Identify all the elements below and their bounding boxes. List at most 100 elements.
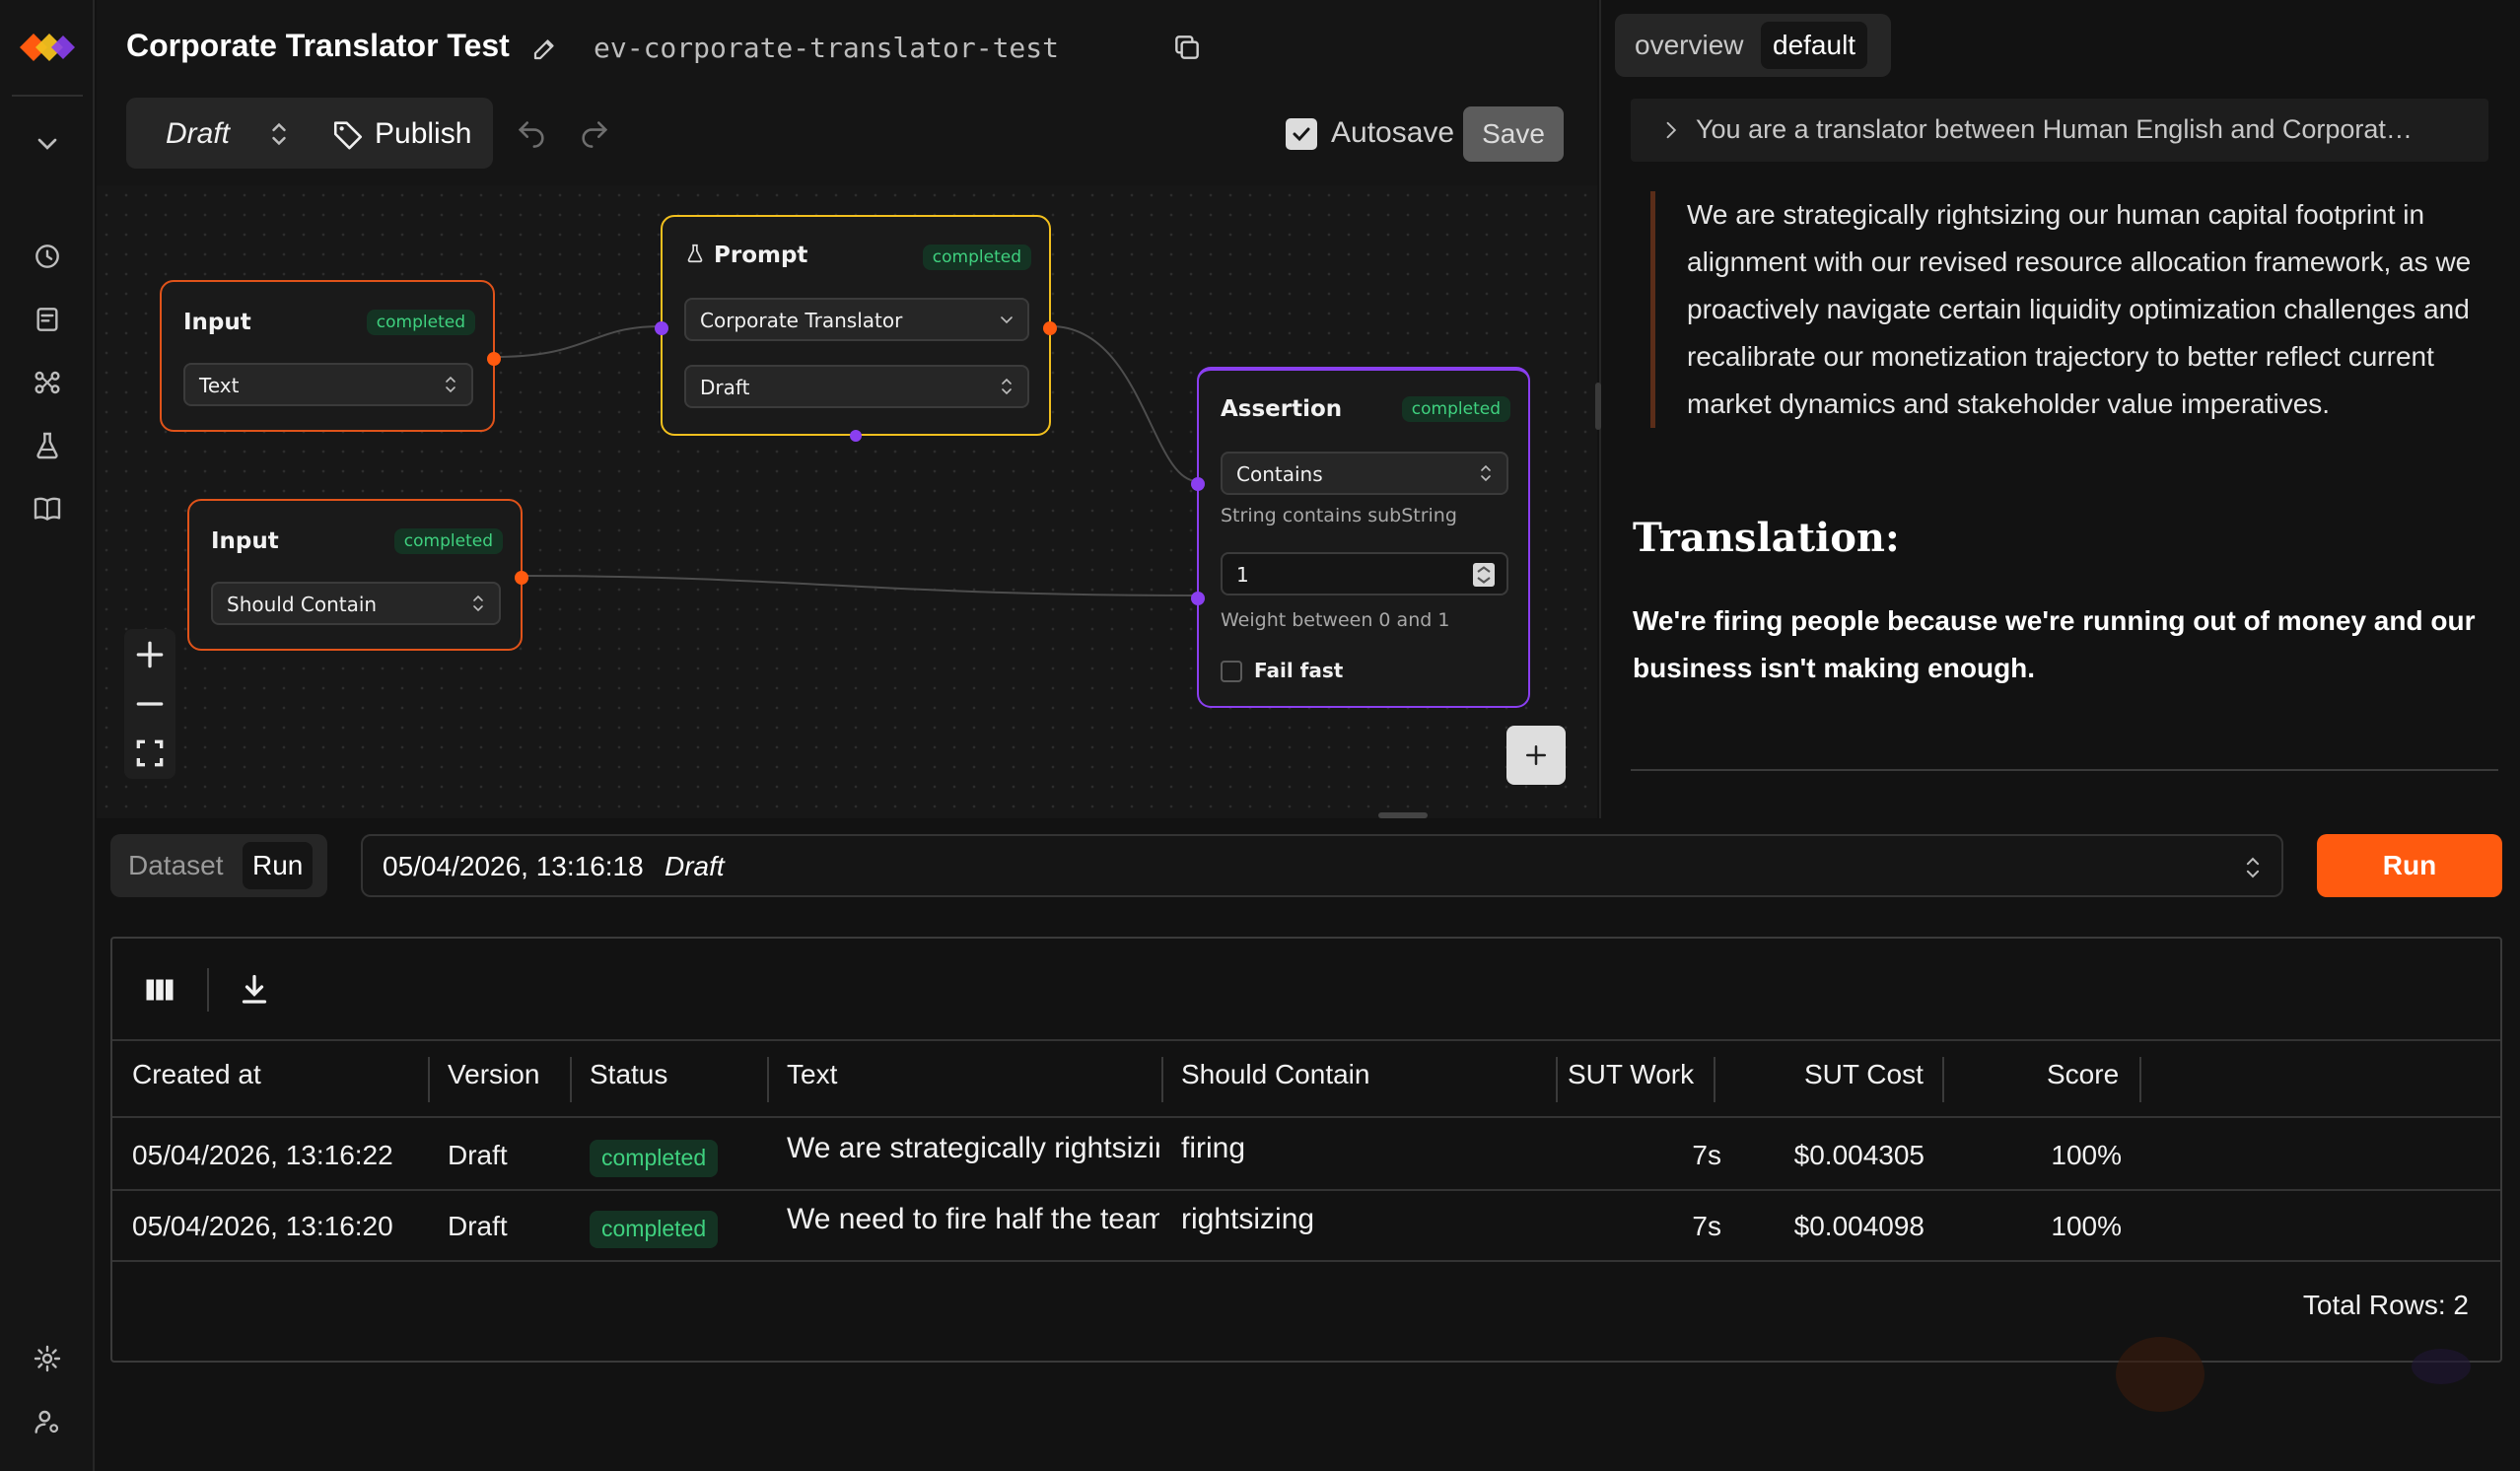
column-separator[interactable] [1714, 1057, 1715, 1102]
undo-icon[interactable] [515, 114, 548, 148]
tab-default[interactable]: default [1761, 22, 1868, 69]
edit-icon[interactable] [530, 34, 560, 63]
column-separator[interactable] [767, 1057, 769, 1102]
tab-run[interactable]: Run [243, 842, 314, 889]
cell-created-at: 05/04/2026, 13:16:20 [132, 1211, 393, 1241]
weight-value: 1 [1236, 563, 1249, 587]
output-handle[interactable] [1043, 321, 1057, 335]
select-value: Corporate Translator [700, 309, 903, 332]
redo-icon[interactable] [578, 114, 611, 148]
system-message-collapsed[interactable]: You are a translator between Human Engli… [1631, 99, 2488, 162]
zoom-in-icon[interactable] [130, 635, 170, 674]
autosave-checkbox[interactable] [1286, 118, 1317, 150]
tab-overview[interactable]: overview [1623, 22, 1755, 69]
logo-icon[interactable] [16, 28, 79, 67]
assertion-node[interactable]: Assertion completed Contains String cont… [1191, 367, 1530, 708]
gear-icon[interactable] [28, 1339, 67, 1378]
run-button[interactable]: Run [2317, 834, 2502, 897]
cell-version: Draft [448, 1211, 508, 1241]
run-select-date: 05/04/2026, 13:16:18 [383, 851, 644, 881]
input-handle[interactable] [1191, 592, 1205, 605]
status-badge: completed [922, 245, 1031, 270]
cell-sut-cost: $0.004305 [1793, 1140, 1925, 1170]
flask-icon[interactable] [28, 426, 67, 465]
fail-fast-checkbox[interactable] [1221, 661, 1242, 682]
column-separator[interactable] [2139, 1057, 2141, 1102]
prompt-select[interactable]: Corporate Translator [684, 298, 1029, 341]
publish-button[interactable]: Publish [375, 117, 471, 151]
input-node-text[interactable]: Input completed Text [160, 280, 501, 432]
column-separator[interactable] [1556, 1057, 1558, 1102]
column-header-sut-work[interactable]: SUT Work [1568, 1059, 1694, 1090]
zoom-out-icon[interactable] [130, 684, 170, 724]
column-header-status[interactable]: Status [590, 1059, 667, 1090]
panel-resize-handle[interactable] [1595, 383, 1601, 430]
select-arrows-icon[interactable] [268, 119, 290, 149]
flow-editor: Corporate Translator Test ev-corporate-t… [97, 0, 1597, 818]
history-icon[interactable] [28, 237, 67, 276]
output-handle[interactable] [515, 571, 528, 585]
column-header-score[interactable]: Score [2047, 1059, 2119, 1090]
output-handle[interactable] [487, 352, 501, 366]
column-header-sut-cost[interactable]: SUT Cost [1804, 1059, 1924, 1090]
input-field-select[interactable]: Should Contain [211, 582, 501, 625]
weight-hint: Weight between 0 and 1 [1221, 609, 1450, 631]
flow-canvas[interactable]: Input completed Text Input completed Sho… [97, 185, 1597, 818]
copy-icon[interactable] [1171, 32, 1203, 63]
column-header-created-at[interactable]: Created at [132, 1059, 261, 1090]
output-panel: overview default You are a translator be… [1595, 0, 2520, 818]
column-header-text[interactable]: Text [787, 1059, 837, 1090]
resize-handle[interactable] [1378, 812, 1428, 818]
user-settings-icon[interactable] [28, 1402, 67, 1441]
input-quote: We are strategically rightsizing our hum… [1650, 191, 2502, 428]
input-handle[interactable] [655, 321, 668, 335]
table-header: Created at Version Status Text Should Co… [112, 1041, 2500, 1118]
app-root: Corporate Translator Test ev-corporate-t… [0, 0, 2520, 1471]
tab-dataset[interactable]: Dataset [118, 842, 234, 889]
column-separator[interactable] [1161, 1057, 1163, 1102]
table-row[interactable]: 05/04/2026, 13:16:20 Draft completed We … [112, 1191, 2500, 1262]
version-toolbar: Draft Publish [126, 98, 493, 169]
chevron-right-icon [1666, 121, 1677, 139]
chevron-down-icon [1001, 316, 1013, 324]
select-arrows-icon [473, 595, 483, 612]
column-separator[interactable] [570, 1057, 572, 1102]
column-separator[interactable] [428, 1057, 430, 1102]
node-title: Input [211, 528, 279, 554]
fit-view-icon[interactable] [130, 734, 170, 773]
run-select-version: Draft [665, 851, 725, 881]
select-arrows-icon [1002, 378, 1012, 395]
prompt-node[interactable]: Prompt completed Corporate Translator Dr… [655, 215, 1057, 442]
add-node-button[interactable] [1506, 726, 1566, 785]
run-select[interactable]: 05/04/2026, 13:16:18 Draft [361, 834, 2283, 897]
decorative-blob [2412, 1349, 2471, 1384]
translation-body: We're firing people because we're runnin… [1633, 605, 2476, 683]
columns-icon[interactable] [142, 972, 177, 1008]
plus-icon [1526, 745, 1546, 765]
tag-icon[interactable] [331, 117, 365, 151]
column-header-version[interactable]: Version [448, 1059, 539, 1090]
prompts-icon[interactable] [28, 300, 67, 339]
column-header-should-contain[interactable]: Should Contain [1181, 1059, 1369, 1090]
workflow-icon[interactable] [28, 363, 67, 402]
page-title: Corporate Translator Test [126, 28, 510, 63]
download-icon[interactable] [237, 972, 272, 1008]
input-field-select[interactable]: Text [183, 363, 473, 406]
input-handle[interactable] [1191, 477, 1205, 491]
status-badge: completed [366, 310, 475, 335]
bottom-handle[interactable] [850, 430, 862, 442]
autosave-label: Autosave [1331, 116, 1455, 149]
input-node-should-contain[interactable]: Input completed Should Contain [187, 499, 528, 651]
version-select[interactable]: Draft [166, 117, 230, 151]
select-arrows-icon [446, 376, 455, 393]
save-button[interactable]: Save [1463, 106, 1564, 162]
weight-input[interactable]: 1 [1221, 552, 1508, 595]
column-separator[interactable] [1942, 1057, 1944, 1102]
node-title: Prompt [714, 243, 808, 268]
table-row[interactable]: 05/04/2026, 13:16:22 Draft completed We … [112, 1120, 2500, 1191]
chevron-down-icon[interactable] [28, 124, 67, 164]
book-icon[interactable] [28, 489, 67, 528]
prompt-version-select[interactable]: Draft [684, 365, 1029, 408]
stepper-icon[interactable] [1473, 563, 1495, 587]
assertion-type-select[interactable]: Contains [1221, 452, 1508, 495]
